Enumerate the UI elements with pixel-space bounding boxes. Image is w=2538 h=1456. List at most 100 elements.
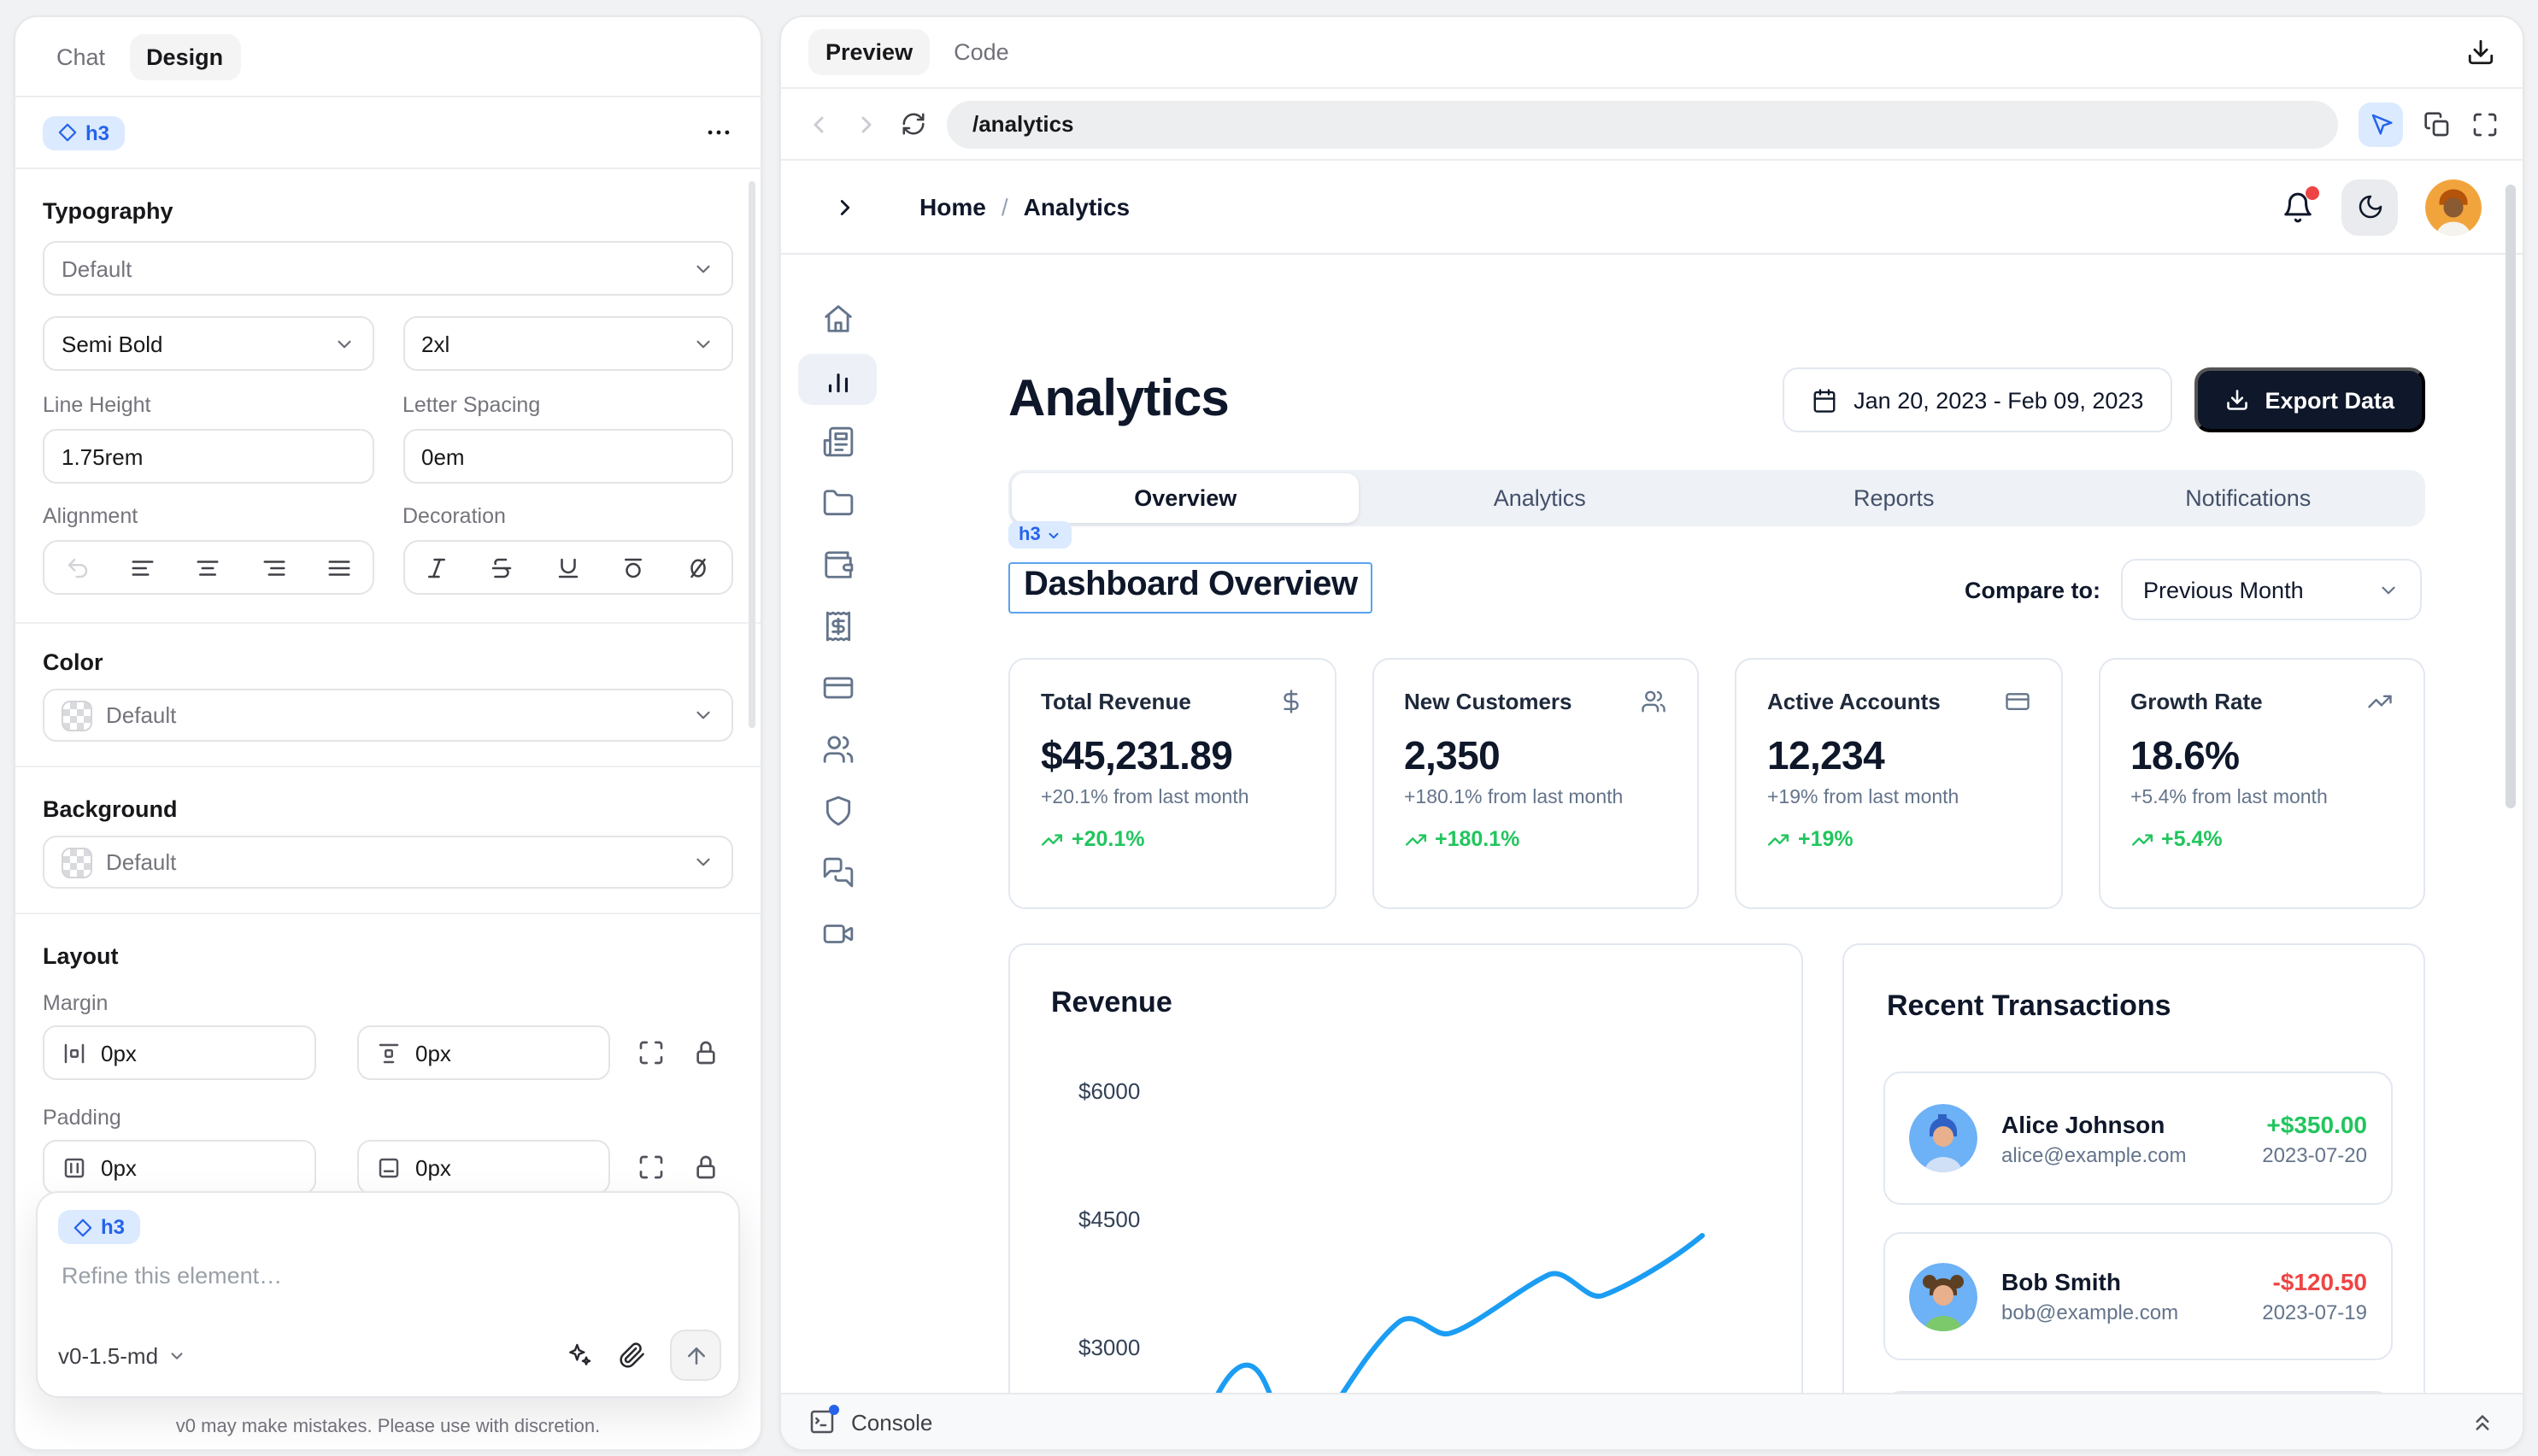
stat-card-new-customers[interactable]: New Customers 2,350 +180.1% from last mo… <box>1372 658 1699 909</box>
expand-icon[interactable] <box>637 1154 665 1181</box>
wallet-icon <box>821 548 854 580</box>
lock-icon[interactable] <box>692 1154 720 1181</box>
underline-icon[interactable] <box>555 555 580 580</box>
sidebar-item-home[interactable] <box>798 292 877 343</box>
tab-preview[interactable]: Preview <box>808 29 930 75</box>
revenue-chart-card: Revenue $6000 $4500 $3000 <box>1008 943 1803 1396</box>
letter-spacing-input[interactable] <box>421 443 714 469</box>
copy-icon[interactable] <box>2423 110 2451 138</box>
transaction-row[interactable]: Alice Johnson alice@example.com +$350.00… <box>1883 1071 2393 1205</box>
chevrons-up-icon[interactable] <box>2470 1409 2495 1435</box>
color-select[interactable]: Default <box>43 689 733 742</box>
sidebar-item-users[interactable] <box>798 723 877 774</box>
stat-card-active-accounts[interactable]: Active Accounts 12,234 +19% from last mo… <box>1735 658 2062 909</box>
selection-outline[interactable]: Dashboard Overview <box>1008 562 1373 614</box>
overline-icon[interactable] <box>620 555 646 580</box>
send-button[interactable] <box>670 1330 721 1381</box>
alignment-label: Alignment <box>43 504 373 528</box>
background-swatch-icon <box>62 847 92 878</box>
refine-input[interactable] <box>58 1259 718 1313</box>
align-left-icon[interactable] <box>130 555 156 580</box>
paperclip-icon[interactable] <box>619 1342 646 1369</box>
align-center-icon[interactable] <box>195 555 220 580</box>
sidebar-item-video[interactable] <box>798 907 877 959</box>
sidebar-item-news[interactable] <box>798 415 877 467</box>
strikethrough-icon[interactable] <box>490 555 515 580</box>
stat-card-growth-rate[interactable]: Growth Rate 18.6% +5.4% from last month … <box>2098 658 2425 909</box>
selection-tag[interactable]: h3 <box>1008 521 1072 549</box>
transaction-amount: +$350.00 <box>2262 1110 2367 1137</box>
design-panel-scrollbar[interactable] <box>749 181 755 728</box>
compare-label: Compare to: <box>1965 577 2100 602</box>
inspect-tool-button[interactable] <box>2359 102 2403 146</box>
margin-x-input[interactable] <box>101 1040 297 1066</box>
chevron-down-icon <box>692 704 714 726</box>
italic-icon[interactable] <box>424 555 449 580</box>
stat-value: 2,350 <box>1404 733 1666 779</box>
tab-reports[interactable]: Reports <box>1717 470 2071 526</box>
undo-icon[interactable] <box>64 555 90 580</box>
color-swatch-icon <box>62 700 92 731</box>
bar-chart-icon <box>821 363 854 396</box>
align-right-icon[interactable] <box>261 555 286 580</box>
stat-card-total-revenue[interactable]: Total Revenue $45,231.89 +20.1% from las… <box>1008 658 1336 909</box>
expand-icon[interactable] <box>637 1039 665 1066</box>
composer-element-chip[interactable]: h3 <box>58 1210 140 1244</box>
date-range-button[interactable]: Jan 20, 2023 - Feb 09, 2023 <box>1782 367 2172 432</box>
font-weight-select[interactable]: Semi Bold <box>43 316 373 371</box>
sidebar-item-receipts[interactable] <box>798 600 877 651</box>
lock-icon[interactable] <box>692 1039 720 1066</box>
sidebar-item-messages[interactable] <box>798 846 877 897</box>
stat-trend: +180.1% <box>1435 827 1519 851</box>
compare-select[interactable]: Previous Month <box>2121 559 2422 620</box>
diamond-icon <box>73 1218 92 1236</box>
breadcrumb-separator: / <box>1002 193 1008 220</box>
chevron-down-icon <box>1046 527 1061 543</box>
tab-notifications[interactable]: Notifications <box>2071 470 2426 526</box>
credit-card-icon <box>821 671 854 703</box>
padding-y-input[interactable] <box>415 1154 591 1180</box>
model-select[interactable]: v0-1.5-md <box>58 1342 185 1368</box>
no-decoration-icon[interactable] <box>686 555 712 580</box>
trending-up-icon <box>1041 828 1063 850</box>
background-select[interactable]: Default <box>43 836 733 889</box>
font-size-select[interactable]: 2xl <box>402 316 733 371</box>
ellipsis-icon[interactable] <box>704 118 733 147</box>
url-input[interactable] <box>969 109 2316 138</box>
tab-analytics[interactable]: Analytics <box>1363 470 1718 526</box>
download-icon[interactable] <box>2466 38 2495 67</box>
composer-chip-label: h3 <box>101 1215 125 1239</box>
console-bar[interactable]: Console <box>781 1393 2523 1449</box>
forward-icon[interactable] <box>853 110 880 138</box>
pointer-icon <box>2368 111 2394 137</box>
sidebar-item-files[interactable] <box>798 477 877 528</box>
tab-design[interactable]: Design <box>129 33 240 79</box>
stat-value: 18.6% <box>2130 733 2393 779</box>
padding-x-input[interactable] <box>101 1154 297 1180</box>
disclaimer-text: v0 may make mistakes. Please use with di… <box>15 1417 761 1437</box>
rendered-app: Home / Analytics <box>781 161 2523 1396</box>
preview-scrollbar[interactable] <box>2506 185 2516 808</box>
refresh-icon[interactable] <box>901 111 926 137</box>
tab-overview[interactable]: Overview <box>1012 473 1360 523</box>
sidebar-item-cards[interactable] <box>798 661 877 713</box>
maximize-icon[interactable] <box>2471 110 2499 138</box>
back-icon[interactable] <box>805 110 832 138</box>
tab-code[interactable]: Code <box>937 29 1026 75</box>
sparkles-icon[interactable] <box>566 1342 593 1369</box>
transaction-row[interactable]: Bob Smith bob@example.com -$120.50 2023-… <box>1883 1232 2393 1360</box>
sidebar-item-wallet[interactable] <box>798 538 877 590</box>
margin-x-icon <box>62 1040 87 1066</box>
sidebar-toggle-icon[interactable] <box>832 194 858 220</box>
breadcrumb-home[interactable]: Home <box>919 193 986 220</box>
user-avatar[interactable] <box>2425 179 2482 235</box>
export-data-button[interactable]: Export Data <box>2194 367 2425 432</box>
align-justify-icon[interactable] <box>326 555 352 580</box>
sidebar-item-analytics[interactable] <box>798 354 877 405</box>
line-height-input[interactable] <box>62 443 355 469</box>
margin-y-input[interactable] <box>415 1040 591 1066</box>
font-select[interactable]: Default <box>43 241 733 296</box>
element-chip[interactable]: h3 <box>43 115 125 150</box>
tab-chat[interactable]: Chat <box>39 33 122 79</box>
sidebar-item-security[interactable] <box>798 784 877 836</box>
